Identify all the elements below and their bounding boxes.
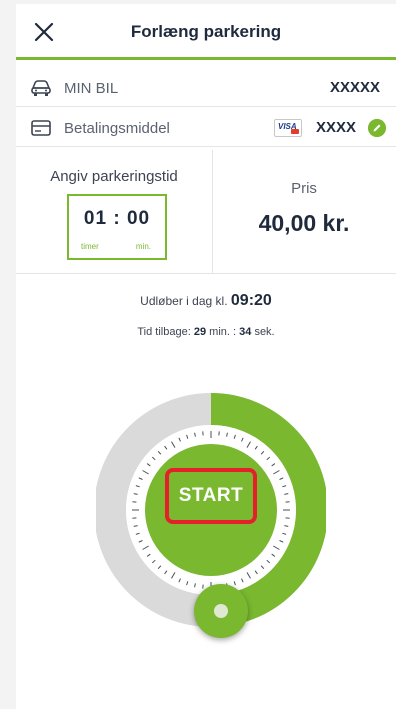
car-plate-value: XXXXX [329, 79, 380, 96]
hours-unit-label: timer [81, 242, 99, 251]
payment-row[interactable]: Betalingsmiddel VISA XXXX [16, 111, 396, 147]
remaining-prefix: Tid tilbage: [137, 326, 191, 338]
dial-handle[interactable] [194, 584, 248, 638]
parking-extend-screen: Forlæng parkering MIN BIL XXXXX Betaling… [16, 4, 396, 709]
expiry-prefix: Udløber i dag kl. [140, 294, 228, 308]
time-remaining-text: Tid tilbage: 29 min. : 34 sek. [16, 326, 396, 338]
payment-card-value: XXXX [316, 119, 357, 136]
pencil-icon[interactable] [368, 119, 386, 137]
car-row[interactable]: MIN BIL XXXXX [16, 71, 396, 107]
payment-label: Betalingsmiddel [64, 120, 170, 137]
remaining-minutes: 29 [193, 326, 207, 338]
start-button[interactable]: START [165, 468, 257, 524]
price-label: Pris [291, 180, 317, 197]
car-label: MIN BIL [64, 80, 119, 97]
visa-card-icon: VISA [274, 119, 302, 137]
duration-picker[interactable]: 01 : 00 timer min. [67, 194, 167, 260]
duration-price-panels: Angiv parkeringstid 01 : 00 timer min. P… [16, 150, 396, 274]
expiry-text: Udløber i dag kl. 09:20 [16, 292, 396, 310]
minutes-unit-label: min. [135, 242, 151, 251]
price-value: 40,00 kr. [258, 210, 350, 236]
duration-label: Angiv parkeringstid [50, 168, 178, 185]
car-icon [31, 80, 51, 96]
app-header: Forlæng parkering [16, 4, 396, 60]
card-icon [31, 120, 51, 136]
expiry-time: 09:20 [230, 292, 272, 309]
page-title: Forlæng parkering [130, 22, 282, 41]
duration-value: 01 : 00 [83, 208, 151, 229]
remaining-seconds: 34 [239, 326, 252, 338]
remaining-minutes-unit: min. : [209, 326, 237, 338]
remaining-seconds-unit: sek. [254, 326, 275, 338]
